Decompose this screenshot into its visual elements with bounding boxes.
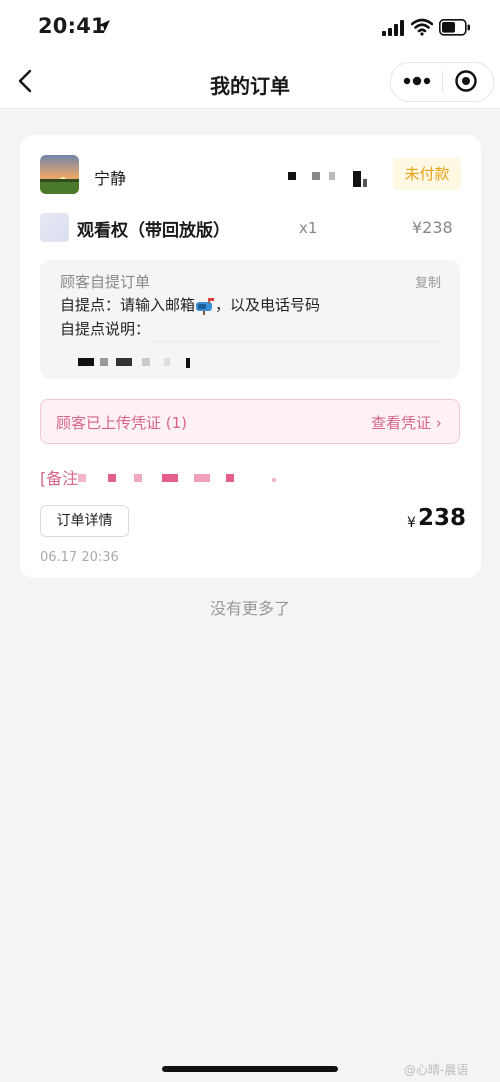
mailbox-emoji-icon xyxy=(196,297,215,315)
pickup-description-label: 自提点说明： xyxy=(60,320,151,338)
status-badge: 未付款 xyxy=(393,158,461,190)
more-dots-icon[interactable] xyxy=(400,72,434,90)
location-arrow-icon xyxy=(98,20,110,32)
pickup-point: 自提点：请输入邮箱 ，以及电话号码 xyxy=(60,294,320,315)
masked-remark xyxy=(76,472,286,486)
list-end-text: 没有更多了 xyxy=(209,599,290,618)
order-time: 06.17 20:36 xyxy=(40,550,119,565)
watermark: @心晴-晨语 xyxy=(404,1063,469,1077)
masked-buyer-info xyxy=(285,170,375,190)
buyer-name: 宁静 xyxy=(94,169,127,188)
order-detail-button[interactable]: 订单详情 xyxy=(40,505,129,537)
capsule-divider xyxy=(442,71,443,91)
wifi-icon xyxy=(411,18,433,36)
product-thumbnail xyxy=(40,213,69,242)
pickup-title: 顾客自提订单 xyxy=(60,273,151,291)
copy-button[interactable]: 复制 xyxy=(415,272,441,291)
avatar-image xyxy=(40,155,79,194)
voucher-label: 顾客已上传凭证 (1) xyxy=(56,414,188,432)
pickup-point-label: 自提点：请输入邮箱 xyxy=(60,296,196,314)
battery-icon xyxy=(439,19,470,36)
masked-pickup-note xyxy=(76,356,206,370)
product-name: 观看权（带回放版） xyxy=(77,221,230,241)
total-amount: 238 xyxy=(418,505,467,531)
record-circle-icon[interactable] xyxy=(454,69,478,93)
total-currency: ¥ xyxy=(407,515,416,531)
pickup-point-suffix: ，以及电话号码 xyxy=(215,296,321,314)
product-quantity: x1 xyxy=(299,219,318,237)
signal-icon xyxy=(382,20,404,36)
product-price: ¥238 xyxy=(412,218,453,237)
pickup-divider xyxy=(150,341,440,342)
home-indicator[interactable] xyxy=(162,1066,338,1072)
remark-prefix: [备注 xyxy=(40,469,79,488)
buyer-avatar[interactable] xyxy=(40,155,79,194)
view-voucher-link[interactable]: 查看凭证 › xyxy=(371,412,442,433)
